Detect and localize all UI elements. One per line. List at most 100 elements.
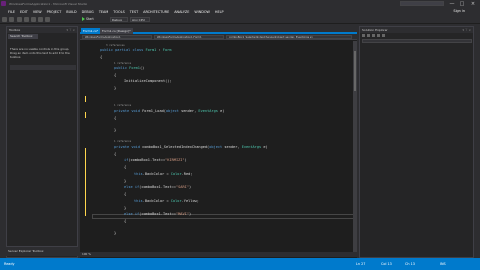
code-token: ) (188, 185, 192, 189)
collapse-icon[interactable] (377, 34, 380, 37)
redo-icon[interactable] (45, 17, 50, 22)
zoom-level[interactable]: 100 % (80, 252, 357, 257)
menu-test[interactable]: TEST (130, 10, 138, 14)
code-token: this (134, 199, 143, 203)
code-token: sender, (222, 145, 242, 149)
code-token: Form1 (145, 48, 157, 52)
code-line: else if(comboBox1.Text=="MAVI") (124, 212, 191, 216)
solution-explorer-title-text: Solution Explorer (362, 28, 388, 32)
code-token: Form1_Load( (139, 109, 166, 113)
code-editor[interactable]: 3 references public partial class Form1 … (96, 42, 352, 256)
properties-icon[interactable] (382, 34, 385, 37)
member-nav-select[interactable]: comboBox1_SelectedIndexChanged(object se… (226, 35, 352, 39)
menu-build[interactable]: BUILD (66, 10, 76, 14)
code-token: class (132, 48, 144, 52)
code-token: public (100, 48, 113, 52)
minimize-button[interactable]: — (448, 1, 456, 7)
class-nav-select[interactable]: WindowsFormsApplication1.Form1 (154, 35, 224, 39)
solution-search-input[interactable] (362, 39, 472, 43)
menu-tools[interactable]: TOOLS (113, 10, 124, 14)
code-token: this (134, 172, 143, 176)
menu-project[interactable]: PROJECT (47, 10, 62, 14)
play-icon (82, 17, 85, 21)
toolbox-title-text: Toolbox (9, 28, 21, 32)
code-line: { (124, 219, 127, 223)
platform-select[interactable]: Any CPU (130, 17, 150, 22)
toolbar (0, 15, 480, 24)
code-line: { (124, 165, 127, 169)
vertical-scrollbar[interactable] (353, 41, 357, 255)
change-marker (85, 96, 86, 102)
menu-analyze[interactable]: ANALYZE (174, 10, 189, 14)
toolbox-panel: Toolbox ▾ ⊤ × Search Toolbox There are n… (6, 26, 78, 258)
code-token: object (209, 145, 223, 149)
undo-icon[interactable] (38, 17, 43, 22)
code-token: private (114, 145, 130, 149)
sync-icon[interactable] (367, 34, 370, 37)
menu-debug[interactable]: DEBUG (82, 10, 94, 14)
codelens-references[interactable]: 1 reference (114, 62, 131, 65)
status-column: Col 13 (381, 262, 392, 266)
code-line: this.BackColor = Color.Red; (134, 172, 192, 176)
left-bottom-tabs[interactable]: Server Explorer Toolbox (6, 246, 78, 256)
code-line: } (124, 206, 127, 210)
menu-file[interactable]: FILE (8, 10, 15, 14)
close-button[interactable]: × (469, 1, 477, 7)
right-side-rail (474, 26, 480, 258)
code-line: public Form1() (114, 66, 144, 70)
code-line: InitializeComponent(); (124, 79, 172, 83)
codelens-references[interactable]: 3 references (106, 44, 125, 47)
menu-help[interactable]: HELP (215, 10, 224, 14)
code-token: public (114, 66, 127, 70)
start-label: Start (86, 17, 94, 21)
code-line: } (114, 86, 117, 90)
maximize-button[interactable]: □ (458, 1, 466, 7)
solution-explorer-toolbar (362, 34, 472, 38)
code-line: } (124, 179, 127, 183)
code-token: "KIRMIZI" (165, 158, 185, 162)
code-token: private (114, 109, 130, 113)
code-line: private void Form1_Load(object sender, E… (114, 109, 224, 113)
forward-icon[interactable] (9, 17, 14, 22)
codelens-references[interactable]: 1 reference (114, 140, 131, 143)
code-line: } (114, 231, 117, 235)
code-token: e) (217, 109, 225, 113)
codelens-references[interactable]: 1 reference (114, 104, 131, 107)
menu-team[interactable]: TEAM (99, 10, 108, 14)
menu-view[interactable]: VIEW (33, 10, 42, 14)
configuration-select[interactable]: Debug (110, 17, 128, 22)
sign-in-link[interactable]: Sign in (453, 9, 465, 13)
code-token: else (124, 185, 133, 189)
home-icon[interactable] (362, 34, 365, 37)
code-token: Form (162, 48, 172, 52)
code-line: { (124, 192, 127, 196)
new-project-icon[interactable] (17, 17, 22, 22)
editor-gutter (80, 41, 92, 258)
search-toolbox-input[interactable]: Search Toolbox (8, 34, 38, 39)
code-token: comboBox1_SelectedIndexChanged( (139, 145, 210, 149)
status-char: Ch 13 (405, 262, 415, 266)
code-token: Color (170, 172, 182, 176)
start-button[interactable]: Start (82, 17, 108, 22)
code-token: void (131, 145, 140, 149)
quick-launch-input[interactable] (400, 1, 444, 6)
solution-explorer-title: Solution Explorer ▾ ⊤ × (360, 27, 473, 33)
code-token: else (124, 212, 133, 216)
save-icon[interactable] (31, 17, 36, 22)
code-line: { (114, 73, 117, 77)
open-file-icon[interactable] (24, 17, 29, 22)
project-nav-select[interactable]: WindowsFormsApplication1 (82, 35, 152, 39)
menu-edit[interactable]: EDIT (20, 10, 28, 14)
code-token: Form1 (129, 66, 140, 70)
refresh-icon[interactable] (372, 34, 375, 37)
menu-architecture[interactable]: ARCHITECTURE (143, 10, 169, 14)
scrollbar-thumb[interactable] (354, 51, 356, 91)
back-icon[interactable] (2, 17, 7, 22)
toolbox-general-group[interactable] (10, 65, 76, 70)
code-token: object (165, 109, 179, 113)
pin-icon[interactable]: ▾ ⊤ × (66, 28, 75, 32)
menu-window[interactable]: WINDOW (194, 10, 210, 14)
code-token: e) (261, 145, 268, 149)
visual-studio-logo-icon (1, 1, 6, 6)
pin-icon[interactable]: ▾ ⊤ × (462, 28, 471, 32)
